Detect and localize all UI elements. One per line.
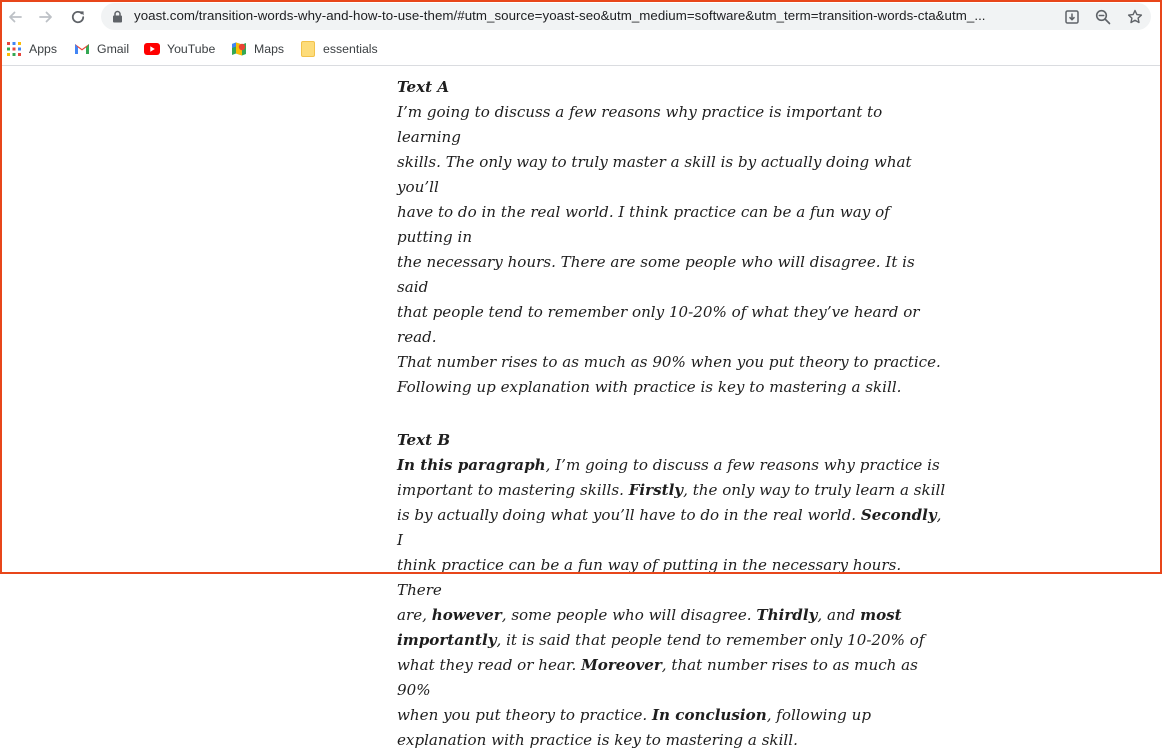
bookmark-gmail[interactable]: Gmail xyxy=(74,40,129,58)
gmail-icon xyxy=(74,41,90,57)
text-segment: when you put theory to practice. xyxy=(397,706,652,724)
download-icon xyxy=(1065,10,1079,24)
text-a-title: Text A xyxy=(397,78,450,96)
text-b-line: is by actually doing what you’ll have to… xyxy=(397,503,947,553)
transition-word: In this paragraph xyxy=(397,456,546,474)
back-button[interactable] xyxy=(2,4,28,30)
text-segment: , the only way to truly learn a skill xyxy=(683,481,946,499)
article-content: Text A I’m going to discuss a few reason… xyxy=(397,75,947,753)
text-a-line: I’m going to discuss a few reasons why p… xyxy=(397,103,883,146)
transition-word: however xyxy=(431,606,502,624)
text-segment: , it is said that people tend to remembe… xyxy=(496,631,925,649)
folder-icon xyxy=(300,41,316,57)
text-a-paragraph: I’m going to discuss a few reasons why p… xyxy=(397,100,947,400)
text-segment: what they read or hear. xyxy=(397,656,582,674)
text-b-line: In this paragraph, I’m going to discuss … xyxy=(397,453,947,478)
bookmark-essentials[interactable]: essentials xyxy=(300,40,378,58)
bookmark-youtube[interactable]: YouTube xyxy=(144,40,215,58)
text-segment: important to mastering skills. xyxy=(397,481,629,499)
reload-button[interactable] xyxy=(65,4,91,30)
text-segment: are, xyxy=(397,606,432,624)
forward-button[interactable] xyxy=(33,4,59,30)
text-b-line: when you put theory to practice. In conc… xyxy=(397,703,947,728)
text-b-line: think practice can be a fun way of putti… xyxy=(397,553,947,603)
text-a-line: that people tend to remember only 10-20%… xyxy=(397,303,920,346)
address-bar[interactable]: yoast.com/transition-words-why-and-how-t… xyxy=(101,3,1151,30)
text-a-line: the necessary hours. There are some peop… xyxy=(397,253,915,296)
transition-word: Firstly xyxy=(628,481,684,499)
bookmark-label: essentials xyxy=(323,42,378,56)
zoom-out-icon xyxy=(1095,9,1111,25)
transition-word: Thirdly xyxy=(756,606,818,624)
text-segment: , following up xyxy=(766,706,872,724)
text-b-paragraph: In this paragraph, I’m going to discuss … xyxy=(397,453,947,753)
text-segment: is by actually doing what you’ll have to… xyxy=(397,506,861,524)
text-b-title: Text B xyxy=(397,431,451,449)
text-a-line: have to do in the real world. I think pr… xyxy=(397,203,890,246)
bookmarks-bar: Apps Gmail YouTube Maps essentials xyxy=(0,33,1162,66)
bookmark-maps[interactable]: Maps xyxy=(231,40,284,58)
transition-word: Moreover xyxy=(581,656,662,674)
transition-word: Secondly xyxy=(860,506,937,524)
arrow-left-icon xyxy=(9,11,22,23)
bookmark-label: Gmail xyxy=(97,42,130,56)
text-segment: , and xyxy=(817,606,861,624)
text-a-line: That number rises to as much as 90% when… xyxy=(397,353,941,371)
bookmark-label: YouTube xyxy=(167,42,216,56)
transition-word: most xyxy=(860,606,902,624)
install-app-button[interactable] xyxy=(1061,6,1083,28)
transition-word: importantly xyxy=(397,631,497,649)
lock-icon xyxy=(113,10,122,23)
text-segment: , I’m going to discuss a few reasons why… xyxy=(545,456,940,474)
maps-icon xyxy=(231,41,247,57)
text-a-line: Following up explanation with practice i… xyxy=(397,378,902,396)
apps-grid-icon xyxy=(6,41,22,57)
text-segment: explanation with practice is key to mast… xyxy=(397,731,798,749)
transition-word: In conclusion xyxy=(651,706,767,724)
text-b-line: important to mastering skills. Firstly, … xyxy=(397,478,947,503)
browser-toolbar: yoast.com/transition-words-why-and-how-t… xyxy=(0,0,1162,33)
text-b-line: what they read or hear. Moreover, that n… xyxy=(397,653,947,703)
star-icon xyxy=(1127,9,1143,24)
bookmark-apps[interactable]: Apps xyxy=(6,40,57,58)
text-segment: think practice can be a fun way of putti… xyxy=(397,556,902,599)
bookmark-label: Apps xyxy=(29,42,58,56)
bookmark-star-button[interactable] xyxy=(1124,6,1146,28)
text-b-line: explanation with practice is key to mast… xyxy=(397,728,947,753)
reload-icon xyxy=(71,10,85,24)
text-a-line: skills. The only way to truly master a s… xyxy=(397,153,912,196)
url-text[interactable]: yoast.com/transition-words-why-and-how-t… xyxy=(134,8,1049,26)
arrow-right-icon xyxy=(39,11,52,23)
youtube-icon xyxy=(144,41,160,57)
text-b-line: are, however, some people who will disag… xyxy=(397,603,947,628)
text-b-line: importantly, it is said that people tend… xyxy=(397,628,947,653)
bookmark-label: Maps xyxy=(254,42,285,56)
zoom-button[interactable] xyxy=(1092,6,1114,28)
text-segment: , some people who will disagree. xyxy=(501,606,757,624)
